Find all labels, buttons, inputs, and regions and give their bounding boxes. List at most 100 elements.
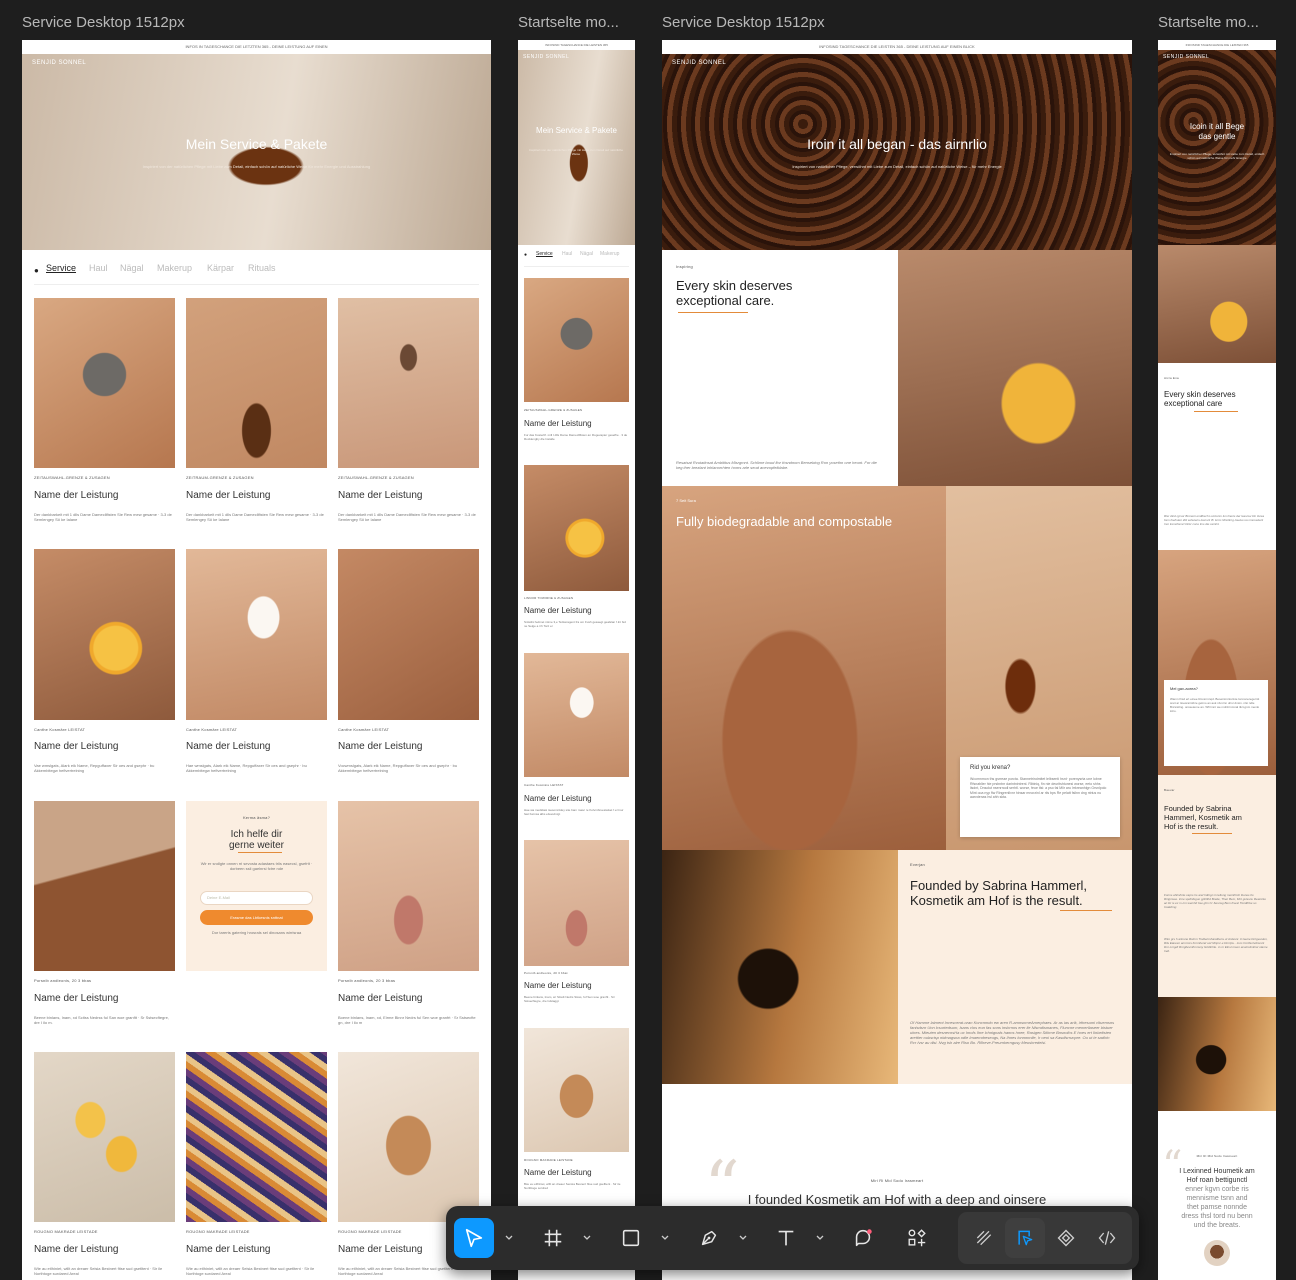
service-image[interactable] <box>34 549 175 720</box>
text-t-icon <box>778 1230 794 1246</box>
frame-label-4[interactable]: Startselte mo... <box>1158 14 1259 31</box>
frame-about-desktop[interactable]: INFOSIND TAGESCHANCE DIE LEISTEN 365 - D… <box>662 40 1132 1280</box>
frame-label-3[interactable]: Service Desktop 1512px <box>662 14 825 31</box>
service-image[interactable] <box>338 1052 479 1222</box>
section1-title-swash <box>678 312 748 313</box>
rectangle-tool-dropdown[interactable] <box>659 1230 671 1246</box>
service-name[interactable]: Name der Leistung <box>34 741 119 752</box>
help-email-field[interactable]: Deine E-Mail <box>200 891 313 905</box>
service-name[interactable]: Name der Leistung <box>34 490 119 501</box>
help-title-line1: Ich helfe dir <box>230 829 283 840</box>
site-logo: SENJID SONNEL <box>1163 54 1210 60</box>
frame-startseite-mobile-1[interactable]: INFOSIND TAGESCHANCE DIE LEISTEN 365 SEN… <box>518 40 635 1280</box>
tab-kaerpar[interactable]: Kärpar <box>207 263 234 273</box>
section2-kicker: Baevar <box>1164 788 1175 792</box>
move-tool-button[interactable] <box>454 1218 494 1258</box>
service-name[interactable]: Name der Leistung <box>524 1168 592 1177</box>
frame-label-2[interactable]: Startselte mo... <box>518 14 619 31</box>
founder-image <box>662 850 898 1084</box>
service-image[interactable] <box>524 278 629 402</box>
section2-title: Fully biodegradable and compostable <box>676 514 893 529</box>
service-desc: Fur das Kosterlif· mill I dlls Dame Dame… <box>524 433 628 441</box>
tab-service[interactable]: Service <box>46 263 76 273</box>
help-submit-button[interactable]: Erasme das Lbtkesnis snttnat <box>200 910 313 925</box>
service-name[interactable]: Name der Leistung <box>186 1244 271 1255</box>
frame-hash-icon <box>544 1229 562 1247</box>
draw-mode-button[interactable] <box>964 1218 1004 1258</box>
section2-body-2: Wko grs h arlosne Rstmn Trsldenmhandbens… <box>1164 937 1268 953</box>
section2-title-line1: Founded by Sabrina <box>1164 804 1232 813</box>
service-image[interactable] <box>186 1052 327 1222</box>
service-name[interactable]: Name der Leistung <box>524 981 592 990</box>
help-card: Kerma äsma? Ich helfe dir gerne weiter W… <box>186 801 327 971</box>
section2-title-swash <box>1192 833 1232 834</box>
service-image[interactable] <box>186 298 327 468</box>
service-image[interactable] <box>524 653 629 777</box>
move-tool-dropdown[interactable] <box>503 1230 515 1246</box>
quote-line-6: dress thsl tord nu benn <box>1181 1213 1253 1220</box>
tab-naegal[interactable]: Nägal <box>120 263 144 273</box>
service-image[interactable] <box>186 549 327 720</box>
tab-naegal[interactable]: Nägal <box>580 251 593 257</box>
section1-body: Rlsr dind rgrsor Broneni endlbsch Lomton… <box>1164 514 1265 526</box>
service-name[interactable]: Name der Leistung <box>338 490 423 501</box>
service-name[interactable]: Name der Leistung <box>338 993 423 1004</box>
tab-makerup[interactable]: Makerup <box>157 263 192 273</box>
tab-rituals[interactable]: Rituals <box>248 263 276 273</box>
tab-service[interactable]: Service <box>536 251 553 257</box>
founder-image <box>1158 997 1276 1111</box>
service-name[interactable]: Name der Leistung <box>34 1244 119 1255</box>
prototype-diamond-icon <box>1057 1229 1075 1247</box>
pen-tool-button[interactable] <box>689 1218 729 1258</box>
service-name[interactable]: Name der Leistung <box>524 606 592 615</box>
rectangle-tool-button[interactable] <box>611 1218 651 1258</box>
frame-startseite-mobile-2[interactable]: INFOSIND TAGESCHANCE DIE LEISTEN 365 SEN… <box>1158 40 1276 1280</box>
dev-mode-button[interactable] <box>1087 1218 1127 1258</box>
quote-line-5: thet pamse nonnde <box>1187 1204 1247 1211</box>
service-image[interactable] <box>524 465 629 591</box>
actions-grid-icon <box>908 1229 926 1247</box>
service-desc: Beene binlans, Inam, wr Sitsdt Nedrs Sts… <box>524 995 615 1003</box>
pen-tool-dropdown[interactable] <box>737 1230 749 1246</box>
quote-text: I founded Kosmetik am Hof with a deep an… <box>747 1192 1047 1207</box>
service-label: ZEITAUSWAHL-GRENZE & ZUSAGEN <box>524 408 583 412</box>
service-name[interactable]: Name der Leistung <box>524 419 592 428</box>
service-image[interactable] <box>34 801 175 971</box>
service-name[interactable]: Name der Leistung <box>338 741 423 752</box>
quote-kicker: Miri Ri Mid Sodo Irasmeart <box>870 1178 924 1183</box>
frame-service-desktop[interactable]: INFOS IN TAGESCHANCE DIE LETZTEN 365 - D… <box>22 40 491 1280</box>
service-name[interactable]: Name der Leistung <box>186 490 271 501</box>
hero-subtitle: Inspiriert von natürlicher Pflege, verwö… <box>792 164 1002 169</box>
service-label: Canthe Kosmäre LEISTAT <box>186 727 238 732</box>
service-image[interactable] <box>338 801 479 971</box>
design-mode-button[interactable] <box>1005 1218 1045 1258</box>
service-image[interactable] <box>524 1028 629 1152</box>
service-image[interactable] <box>34 298 175 468</box>
section1-title-line2: exceptional care. <box>676 293 775 308</box>
service-label: ROUGNO MAKRADE LEISTADE <box>338 1229 402 1234</box>
text-tool-dropdown[interactable] <box>814 1230 826 1246</box>
hero-title-line1: Icoin it all Bege <box>1189 122 1245 131</box>
comment-tool-button[interactable] <box>843 1218 883 1258</box>
hero-title: Mein Service & Pakete <box>536 126 617 135</box>
service-name[interactable]: Name der Leistung <box>338 1244 423 1255</box>
prototype-mode-button[interactable] <box>1046 1218 1086 1258</box>
service-name[interactable]: Name der Leistung <box>34 993 119 1004</box>
section3-title-line1: Founded by Sabrina Hammerl, <box>910 878 1088 893</box>
actions-tool-button[interactable] <box>897 1218 937 1258</box>
text-tool-button[interactable] <box>766 1218 806 1258</box>
service-image[interactable] <box>338 549 479 720</box>
tab-haul[interactable]: Haul <box>89 263 108 273</box>
service-label: ROUGNO MAKRADE LEISTADE <box>34 1229 98 1234</box>
frame-tool-dropdown[interactable] <box>581 1230 593 1246</box>
frame-tool-button[interactable] <box>533 1218 573 1258</box>
service-name[interactable]: Name der Leistung <box>186 741 271 752</box>
hero-title: Mein Service & Pakete <box>185 136 328 152</box>
frame-label-1[interactable]: Service Desktop 1512px <box>22 14 185 31</box>
service-name[interactable]: Name der Leistung <box>524 794 592 803</box>
tab-haul[interactable]: Haul <box>562 251 572 257</box>
service-image[interactable] <box>34 1052 175 1222</box>
service-image[interactable] <box>524 840 629 966</box>
tab-makerup[interactable]: Makerup <box>600 251 619 257</box>
service-image[interactable] <box>338 298 479 468</box>
